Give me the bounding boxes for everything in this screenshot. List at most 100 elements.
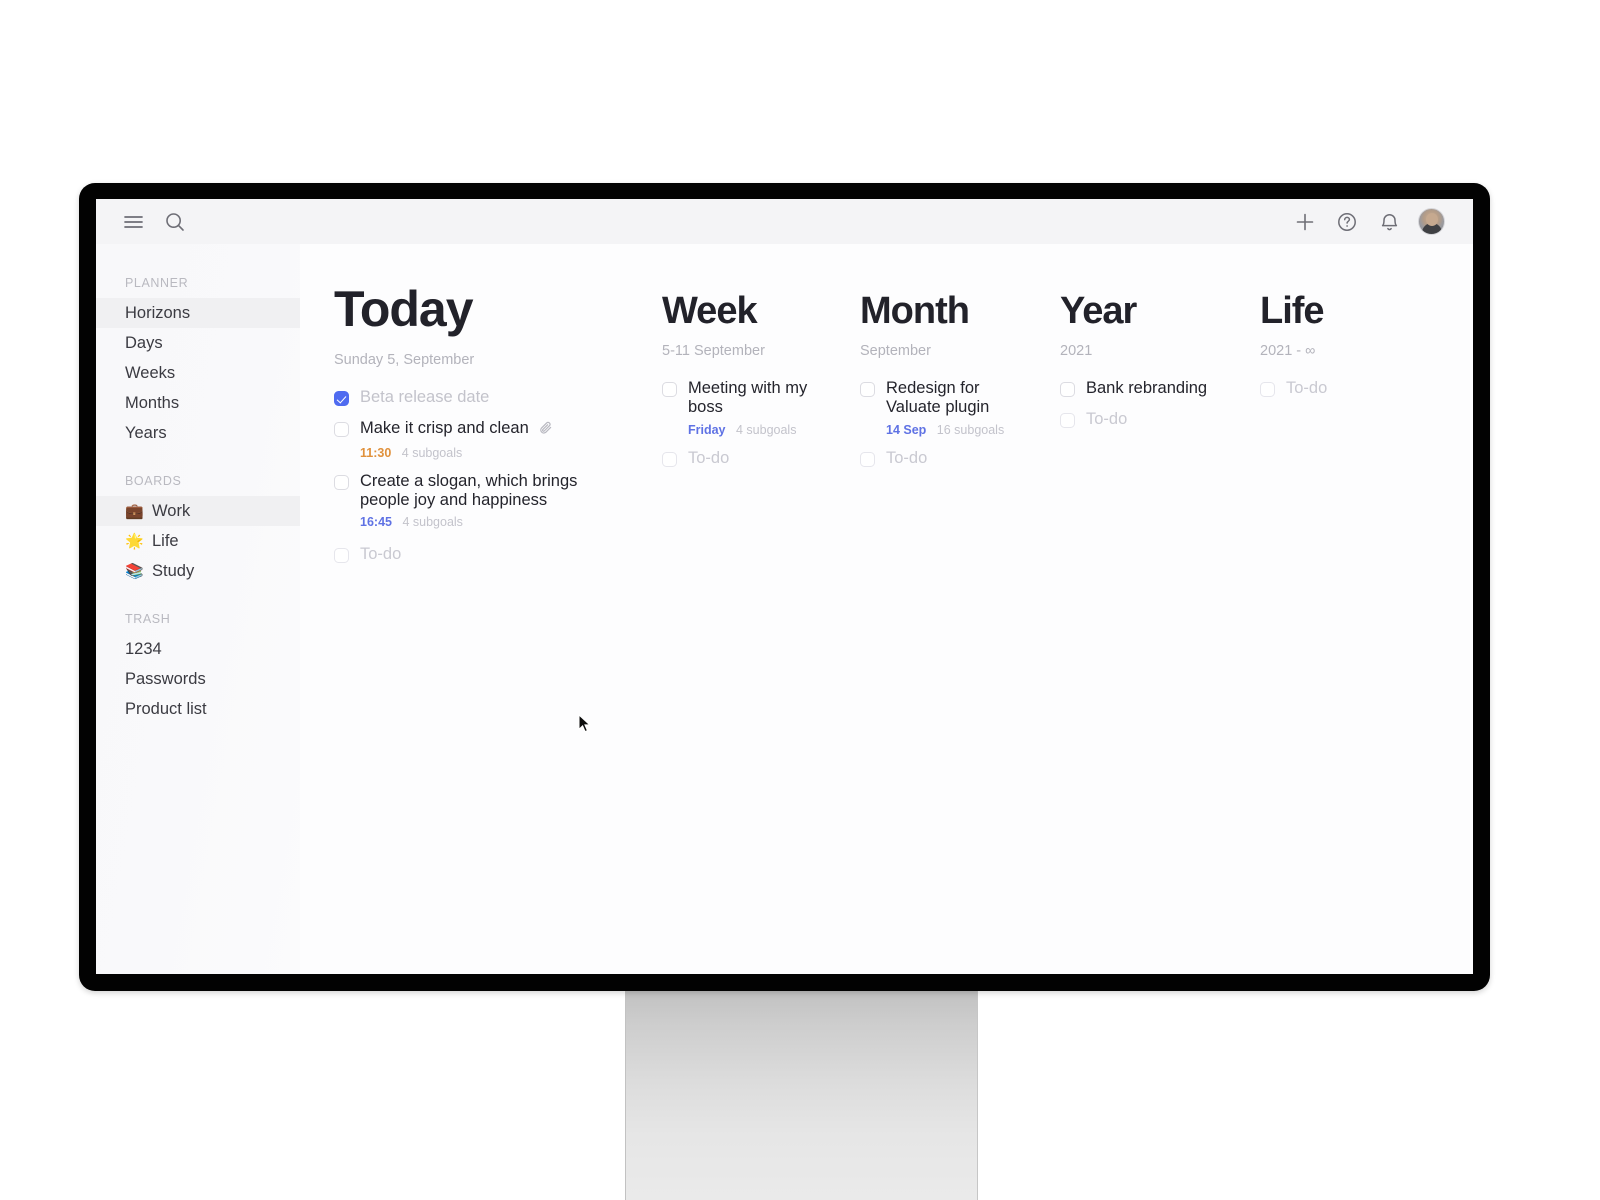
task-title: To-do <box>1086 410 1128 429</box>
column-month: Month September Redesign for Valuate plu… <box>830 284 1030 974</box>
task-body: To-do <box>688 449 729 468</box>
task-subgoals: 4 subgoals <box>401 445 463 460</box>
task-body: To-do <box>1286 379 1327 398</box>
column-title: Week <box>662 290 758 332</box>
task-row-placeholder[interactable]: To-do <box>1060 410 1216 429</box>
column-subtitle: 2021 - ∞ <box>1260 343 1316 359</box>
sidebar-item-horizons[interactable]: Horizons <box>96 298 329 328</box>
task-meta: 11:30 4 subgoals <box>360 446 553 460</box>
sidebar: PLANNER Horizons Days Weeks Months Years… <box>96 244 329 974</box>
task-row[interactable]: Meeting with my boss Friday 4 subgoals <box>662 379 816 437</box>
star-icon: 🌟 <box>125 532 144 550</box>
sidebar-item-label: Life <box>152 531 179 550</box>
task-title: Make it crisp and clean <box>360 419 529 438</box>
task-body: Bank rebranding <box>1086 379 1207 398</box>
sidebar-item-label: 1234 <box>125 639 162 658</box>
sidebar-item-label: Study <box>152 561 195 580</box>
user-avatar[interactable] <box>1418 208 1445 235</box>
task-row[interactable]: Create a slogan, which brings people joy… <box>334 471 616 530</box>
task-title: To-do <box>1286 379 1328 397</box>
column-subtitle: September <box>860 343 931 359</box>
column-week: Week 5-11 September Meeting with my boss… <box>630 284 830 974</box>
sidebar-item-days[interactable]: Days <box>96 328 300 358</box>
task-title: Redesign for Valuate plugin <box>886 379 990 417</box>
app-window: PLANNER Horizons Days Weeks Months Years… <box>96 199 1473 974</box>
task-row[interactable]: Bank rebranding <box>1060 379 1216 398</box>
task-title: Beta release date <box>360 388 490 406</box>
task-title: To-do <box>688 448 730 467</box>
toolbar-right-group <box>1292 208 1473 235</box>
sidebar-item-passwords[interactable]: Passwords <box>96 664 300 694</box>
bell-icon[interactable] <box>1376 209 1402 235</box>
task-title: Create a slogan, which brings people joy… <box>360 471 578 509</box>
workspace: PLANNER Horizons Days Weeks Months Years… <box>96 244 1473 974</box>
task-checkbox[interactable] <box>662 382 677 397</box>
sidebar-group-title-planner: PLANNER <box>125 276 189 290</box>
task-body: Meeting with my boss Friday 4 subgoals <box>688 379 816 437</box>
task-checkbox[interactable] <box>334 474 349 490</box>
sidebar-item-work[interactable]: 💼 Work <box>96 496 329 526</box>
sidebar-item-life[interactable]: 🌟 Life <box>96 526 300 556</box>
task-title: Bank rebranding <box>1086 379 1208 397</box>
column-year: Year 2021 Bank rebranding To-do <box>1030 284 1230 974</box>
task-title-wrap: Make it crisp and clean <box>360 419 553 440</box>
task-row-placeholder[interactable]: To-do <box>334 545 616 564</box>
task-body: To-do <box>886 449 927 468</box>
task-row-placeholder[interactable]: To-do <box>860 449 1016 468</box>
task-subgoals: 4 subgoals <box>402 515 463 530</box>
column-subtitle: 5-11 September <box>662 343 765 359</box>
column-title: Today <box>334 281 474 337</box>
hamburger-menu-icon[interactable] <box>120 209 146 235</box>
task-row-placeholder[interactable]: To-do <box>1260 379 1416 398</box>
sidebar-item-label: Horizons <box>125 303 191 322</box>
sidebar-item-label: Weeks <box>125 363 176 382</box>
task-checkbox[interactable] <box>662 451 677 467</box>
task-checkbox[interactable] <box>334 422 349 438</box>
task-checkbox[interactable] <box>334 548 349 564</box>
sidebar-item-years[interactable]: Years <box>96 418 300 448</box>
toolbar-left-group <box>96 209 188 235</box>
sidebar-item-study[interactable]: 📚 Study <box>96 556 300 586</box>
sidebar-group-title-trash: TRASH <box>125 612 171 626</box>
task-body: To-do <box>1086 410 1127 429</box>
task-checkbox[interactable] <box>860 382 875 397</box>
top-toolbar <box>96 199 1473 244</box>
task-time: 14 Sep <box>886 422 927 437</box>
sidebar-item-months[interactable]: Months <box>96 388 300 418</box>
task-row[interactable]: Redesign for Valuate plugin 14 Sep 16 su… <box>860 379 1016 437</box>
task-checkbox[interactable] <box>860 451 875 467</box>
column-title: Month <box>860 290 970 332</box>
sidebar-item-label: Passwords <box>125 669 206 688</box>
search-icon[interactable] <box>162 209 188 235</box>
task-meta: 14 Sep 16 subgoals <box>886 423 1016 437</box>
task-checkbox[interactable] <box>1060 382 1075 397</box>
task-title: To-do <box>886 448 928 467</box>
sidebar-item-label: Days <box>125 333 163 352</box>
task-row-placeholder[interactable]: To-do <box>662 449 816 468</box>
column-today: Today Sunday 5, September Beta release d… <box>300 284 630 974</box>
sidebar-item-label: Product list <box>125 699 207 718</box>
task-checkbox[interactable] <box>1060 413 1075 429</box>
task-meta: Friday 4 subgoals <box>688 423 816 437</box>
sidebar-item-label: Work <box>152 501 191 520</box>
task-subgoals: 4 subgoals <box>736 422 797 437</box>
task-subgoals: 16 subgoals <box>936 422 1005 437</box>
help-circle-icon[interactable] <box>1334 209 1360 235</box>
column-life: Life 2021 - ∞ To-do <box>1230 284 1430 974</box>
briefcase-icon: 💼 <box>125 502 144 520</box>
task-time: Friday <box>688 422 726 437</box>
task-row[interactable]: Beta release date <box>334 388 616 407</box>
sidebar-item-1234[interactable]: 1234 <box>96 634 300 664</box>
sidebar-item-weeks[interactable]: Weeks <box>96 358 300 388</box>
attachment-paperclip-icon[interactable] <box>539 421 553 440</box>
sidebar-item-product-list[interactable]: Product list <box>96 694 300 724</box>
column-subtitle: Sunday 5, September <box>334 352 475 368</box>
plus-icon[interactable] <box>1292 209 1318 235</box>
task-body: To-do <box>360 545 401 564</box>
task-row[interactable]: Make it crisp and clean 11:30 4 subgoals <box>334 419 616 460</box>
task-checkbox[interactable] <box>1260 382 1275 397</box>
task-title: To-do <box>360 545 402 564</box>
task-time: 11:30 <box>360 445 392 460</box>
task-checkbox[interactable] <box>334 391 349 406</box>
task-body: Beta release date <box>360 388 489 407</box>
